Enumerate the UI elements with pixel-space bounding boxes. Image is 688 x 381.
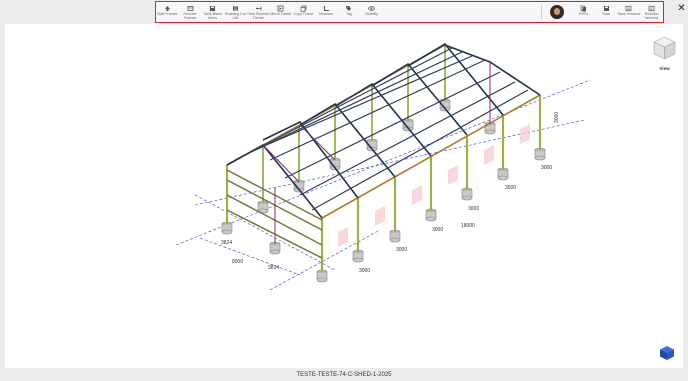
viewcube-label: View bbox=[659, 66, 670, 71]
dim-end-bay: 3824 bbox=[221, 240, 232, 246]
dim-bay: 3000 bbox=[468, 206, 479, 212]
dim-bay: 3000 bbox=[432, 227, 443, 233]
dim-bay-last: 3000 bbox=[541, 165, 552, 171]
file-name: TESTE-TESTE-74-C-SHED-1-2025 bbox=[296, 372, 392, 378]
dim-bay: 3000 bbox=[505, 185, 516, 191]
dim-span: 8000 bbox=[232, 259, 243, 265]
viewcube-icon[interactable] bbox=[652, 35, 677, 65]
dim-bay: 3000 bbox=[396, 247, 407, 253]
brand-logo-icon bbox=[660, 346, 674, 360]
dim-length: 18000 bbox=[461, 223, 475, 229]
steel-structure-model[interactable]: 3824 8000 3824 3000 3000 3000 3000 3000 … bbox=[0, 0, 688, 381]
dim-bay: 3000 bbox=[359, 268, 370, 274]
dim-height: 3000 bbox=[554, 112, 560, 123]
foundations bbox=[221, 98, 546, 283]
dim-end-bay-2: 3824 bbox=[268, 265, 279, 271]
purlins bbox=[234, 47, 529, 211]
